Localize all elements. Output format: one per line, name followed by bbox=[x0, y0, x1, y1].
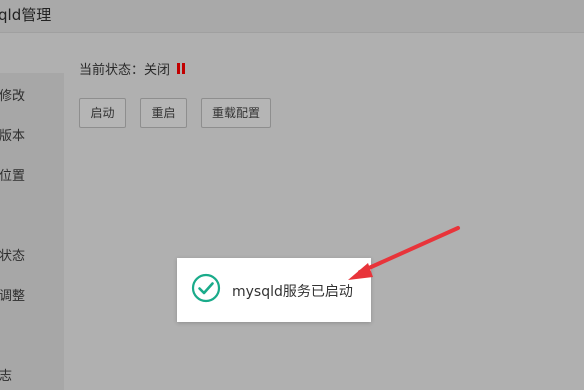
sidebar-item-location[interactable]: 位置 bbox=[0, 165, 25, 184]
success-toast: mysqld服务已启动 bbox=[177, 258, 371, 322]
sidebar-item-modify[interactable]: 修改 bbox=[0, 85, 25, 104]
status-value: 关闭 bbox=[144, 63, 171, 78]
restart-button[interactable]: 重启 bbox=[140, 98, 187, 128]
sidebar-item-log[interactable]: 志 bbox=[0, 365, 12, 384]
sidebar: 修改 版本 位置 状态 调整 志 bbox=[0, 73, 64, 390]
mysql-manager-window: qld管理 修改 版本 位置 状态 调整 志 当前状态： 关闭 启动 重启 重载… bbox=[0, 0, 584, 390]
service-status: 当前状态： 关闭 bbox=[79, 59, 186, 78]
stop-icon bbox=[177, 63, 186, 74]
toast-message: mysqld服务已启动 bbox=[232, 284, 353, 300]
title-bar: qld管理 bbox=[0, 0, 584, 33]
sidebar-item-status[interactable]: 状态 bbox=[0, 245, 25, 264]
check-circle-icon bbox=[191, 273, 221, 303]
status-label: 当前状态： bbox=[79, 63, 145, 78]
sidebar-item-version[interactable]: 版本 bbox=[0, 125, 25, 144]
reload-config-button[interactable]: 重载配置 bbox=[201, 98, 271, 128]
start-button[interactable]: 启动 bbox=[79, 98, 126, 128]
sidebar-item-tuning[interactable]: 调整 bbox=[0, 285, 25, 304]
window-title: qld管理 bbox=[0, 6, 52, 24]
